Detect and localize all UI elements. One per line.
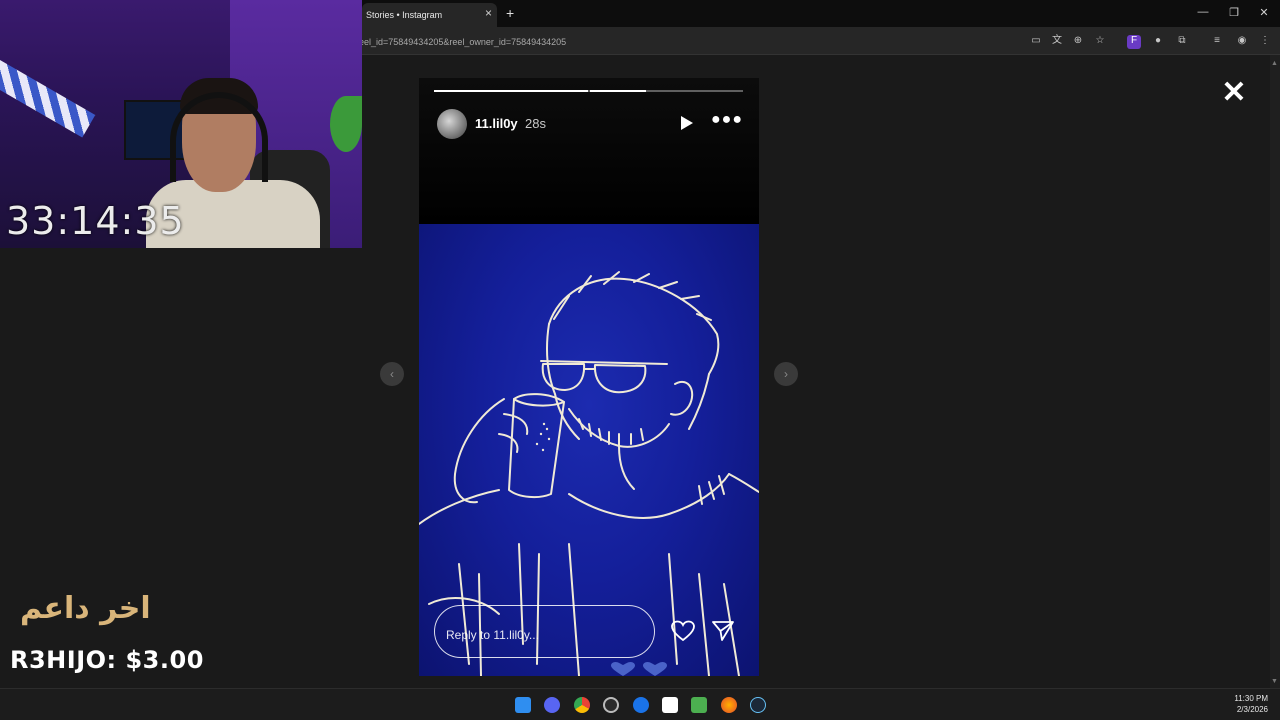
bing-icon[interactable] xyxy=(633,697,649,713)
scroll-up-icon[interactable]: ▲ xyxy=(1271,60,1278,67)
previous-story-button[interactable]: ‹ xyxy=(380,362,404,386)
avatar[interactable] xyxy=(437,109,467,139)
extension-f-icon[interactable]: F xyxy=(1127,35,1141,49)
steam-icon[interactable] xyxy=(750,697,766,713)
zoom-icon[interactable]: ⊕ xyxy=(1071,35,1085,49)
obs-icon[interactable] xyxy=(603,697,619,713)
extension-avatar-icon[interactable]: ● xyxy=(1151,35,1165,49)
minimize-icon[interactable]: — xyxy=(1195,6,1211,18)
discord-icon[interactable] xyxy=(544,697,560,713)
webcam-headphones xyxy=(170,92,268,182)
window-close-icon[interactable]: ✕ xyxy=(1256,6,1272,19)
webcam-overlay: 33:14:35 xyxy=(0,0,362,248)
url-field[interactable]: eel_id=75849434205&reel_owner_id=7584943… xyxy=(359,37,566,47)
last-donor-value: R3HIJO: $3.00 xyxy=(10,646,204,674)
windows-taskbar: 11:30 PM 2/3/2026 xyxy=(0,688,1280,720)
translate-icon[interactable]: 文 xyxy=(1050,35,1064,49)
story-viewer[interactable]: 11.lil0y 28s ●●● Reply to 11.lil0y... xyxy=(419,78,759,676)
media-control-icon[interactable]: ≡ xyxy=(1210,35,1224,49)
reply-input[interactable]: Reply to 11.lil0y... xyxy=(434,605,655,658)
story-timestamp: 28s xyxy=(525,116,546,131)
chrome-icon[interactable] xyxy=(574,697,590,713)
progress-segment xyxy=(589,90,647,92)
story-progress-bar xyxy=(434,90,743,92)
windows-start-icon[interactable] xyxy=(515,697,531,713)
menu-kebab-icon[interactable]: ⋮ xyxy=(1258,35,1272,49)
webcam-scarf xyxy=(0,60,96,138)
restore-icon[interactable]: ❐ xyxy=(1226,6,1242,19)
tab-title: Stories • Instagram xyxy=(366,10,443,20)
bookmark-star-icon[interactable]: ☆ xyxy=(1093,35,1107,49)
cast-icon[interactable]: ▭ xyxy=(1029,35,1043,49)
profile-avatar-icon[interactable]: ◉ xyxy=(1235,35,1249,49)
last-donor-label: اخر داعم xyxy=(20,591,151,626)
like-heart-icon[interactable] xyxy=(671,620,695,642)
capcut-icon[interactable] xyxy=(662,697,678,713)
page-scrollbar[interactable]: ▲ ▼ xyxy=(1270,55,1280,688)
screen: Stories • Instagram × + — ❐ ✕ eel_id=758… xyxy=(0,0,1280,720)
story-username[interactable]: 11.lil0y xyxy=(475,116,518,131)
browser-tab[interactable]: Stories • Instagram × xyxy=(362,3,497,27)
next-story-button[interactable]: › xyxy=(774,362,798,386)
story-dark-header-area xyxy=(419,78,759,224)
webcam-plant xyxy=(330,96,362,152)
clock-date: 2/3/2026 xyxy=(1236,705,1268,714)
stream-timer: 33:14:35 xyxy=(6,199,185,243)
play-icon[interactable] xyxy=(680,115,694,131)
reply-placeholder: Reply to 11.lil0y... xyxy=(446,628,539,642)
scroll-down-icon[interactable]: ▼ xyxy=(1271,678,1278,685)
send-icon[interactable] xyxy=(711,620,735,642)
progress-segment xyxy=(434,90,588,92)
clock-time: 11:30 PM xyxy=(1234,694,1268,703)
tab-close-icon[interactable]: × xyxy=(485,7,492,19)
reaction-hearts xyxy=(611,662,667,676)
firefox-icon[interactable] xyxy=(721,697,737,713)
close-story-icon[interactable]: ✕ xyxy=(1221,78,1247,108)
more-options-icon[interactable]: ●●● xyxy=(711,111,743,129)
new-tab-button[interactable]: + xyxy=(506,5,514,21)
system-clock[interactable]: 11:30 PM 2/3/2026 xyxy=(1234,693,1268,715)
minecraft-icon[interactable] xyxy=(691,697,707,713)
extensions-puzzle-icon[interactable]: ⧉ xyxy=(1175,35,1189,49)
